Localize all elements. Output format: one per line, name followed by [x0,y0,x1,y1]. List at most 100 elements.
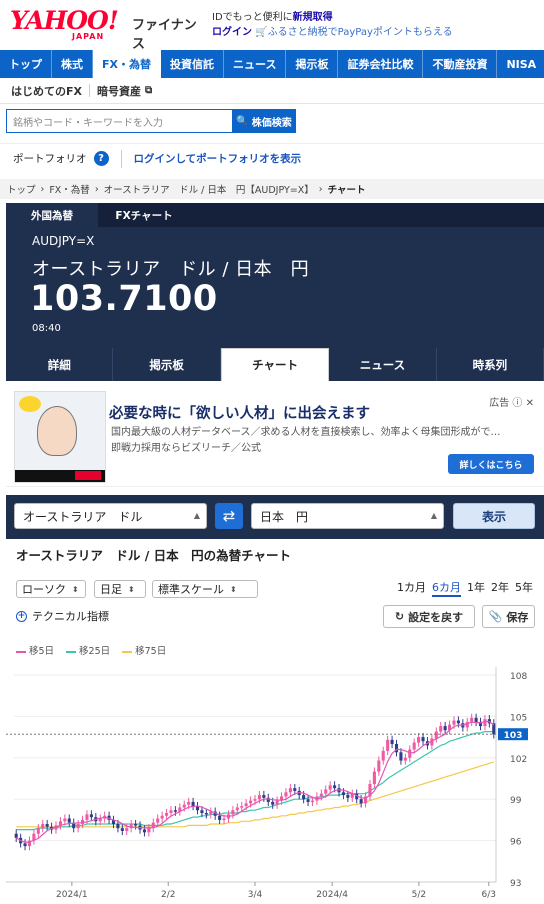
service-name: ファイナンス [132,18,197,52]
show-button[interactable]: 表示 [453,503,535,529]
price-chart[interactable]: 108 105 102 99 96 93 2024/1 2/2 3/4 2024/4 5/2 6/3 1… [6,660,544,904]
nav-item-8[interactable]: NISA [497,50,544,78]
candle [160,815,164,819]
id-promo-text: IDでもっと便利に [212,12,293,23]
ad-headline[interactable]: 必要な時に「欲しい人材」に出会えます [109,402,370,423]
candle [470,717,474,722]
furusato-link[interactable]: ふるさと納税でPayPayポイントもらえる [268,27,453,38]
candle [306,799,310,802]
nav-item-7[interactable]: 不動産投資 [423,50,498,78]
header-links: IDでもっと便利に新規取得 ログイン 🛒ふるさと納税でPayPayポイントもらえ… [212,10,453,40]
candle [222,818,226,821]
candle [302,795,306,800]
candle [200,810,204,813]
chevron-updown-icon: ⬍ [72,584,79,594]
subnav-fx-beginner[interactable]: はじめてのFX [11,83,82,99]
chart-type-select[interactable]: ローソク ⬍ [16,580,86,598]
chevron-updown-icon: ⬍ [230,584,237,594]
divider [89,84,90,97]
candle [63,818,67,822]
chevron-right-icon: › [94,183,99,195]
scale-select[interactable]: 標準スケール ⬍ [152,580,258,598]
y-tick-label: 99 [510,796,522,806]
period-tab-0[interactable]: 1カ月 [397,579,426,597]
candle [244,803,248,807]
reset-label: 設定を戻す [408,610,464,624]
detail-tab-1[interactable]: 掲示板 [113,348,221,381]
detail-tab-4[interactable]: 時系列 [437,348,544,381]
chevron-updown-icon: ⬍ [128,584,135,594]
interval-select[interactable]: 日足 ⬍ [94,580,146,598]
candle [408,749,412,758]
nav-item-2[interactable]: FX・為替 [93,50,161,78]
period-tabs: 1カ月 6カ月 1年 2年 5年 [397,579,533,597]
header: YAHOO! JAPAN ファイナンス IDでもっと便利に新規取得 ログイン 🛒… [0,0,544,52]
candle [173,810,177,812]
ad-label-text: 広告 [489,398,510,409]
candle [85,814,89,820]
period-tab-4[interactable]: 5年 [515,579,533,597]
technical-label: テクニカル指標 [32,610,109,623]
save-label: 保存 [506,610,529,624]
logo-sub: JAPAN [72,32,105,41]
candle [421,737,425,742]
search-button-label: 株価検索 [251,117,292,129]
candle [204,813,208,815]
breadcrumb-fx[interactable]: FX・為替 [49,182,89,196]
detail-tab-2[interactable]: チャート [220,348,330,381]
candle [142,829,146,833]
y-tick-label: 96 [510,838,522,848]
breadcrumb-pair[interactable]: オーストラリア ドル / 日本 円【AUDJPY=X】 [104,182,314,196]
breadcrumb-current: チャート [327,185,366,196]
legend-label: 移25日 [79,646,111,657]
search-button[interactable]: 🔍 株価検索 [232,109,296,133]
refresh-icon: ↻ [394,610,405,623]
candle [456,720,460,724]
nav-item-3[interactable]: 投資信託 [161,50,224,78]
breadcrumb-top[interactable]: トップ [7,182,36,196]
swap-button[interactable]: ⇄ [215,503,243,529]
search-input[interactable]: 銘柄やコード・キーワードを入力 [6,109,232,133]
portfolio-login-link[interactable]: ログインしてポートフォリオを表示 [134,151,302,166]
period-tab-3[interactable]: 2年 [491,579,509,597]
info-icon[interactable]: ⓘ [512,398,522,409]
to-currency-select[interactable]: 日本 円 ▲ [251,503,444,529]
candle [333,785,337,789]
reset-button[interactable]: ↻ 設定を戻す [383,605,475,628]
last-price-label: 103 [504,731,523,741]
detail-tab-0[interactable]: 詳細 [6,348,114,381]
from-currency-select[interactable]: オーストラリア ドル ▲ [14,503,207,529]
period-tab-1[interactable]: 6カ月 [432,579,461,597]
login-link[interactable]: ログイン [212,27,252,38]
candle [483,719,487,727]
tab-forex[interactable]: 外国為替 [6,203,98,227]
nav-item-6[interactable]: 証券会社比較 [338,50,424,78]
nav-item-5[interactable]: 掲示板 [286,50,339,78]
legend-swatch [66,650,77,653]
detail-tabs: 詳細 掲示板 チャート ニュース 時系列 [6,348,544,381]
candle [156,818,160,823]
save-button[interactable]: 📎 保存 [482,605,535,628]
candle [23,843,27,847]
register-link[interactable]: 新規取得 [293,12,333,23]
nav-item-0[interactable]: トップ [0,50,52,78]
advertisement[interactable]: 必要な時に「欲しい人材」に出会えます 国内最大級の人材データベース／求める人材を… [6,387,544,487]
search-bar: 銘柄やコード・キーワードを入力 🔍 株価検索 [6,109,296,133]
chart-background [6,660,544,904]
external-link-icon: ⧉ [145,85,153,96]
technical-indicators-toggle[interactable]: + テクニカル指標 [16,608,109,624]
period-tab-2[interactable]: 1年 [467,579,485,597]
candle [284,792,288,797]
detail-tab-3[interactable]: ニュース [329,348,437,381]
ad-cta-button[interactable]: 詳しくはこちら [448,454,534,474]
close-icon[interactable]: ✕ [526,398,534,409]
chart-legend: 移5日 移25日 移75日 [16,643,166,657]
help-icon[interactable]: ? [93,151,109,166]
subnav-crypto[interactable]: 暗号資産 [97,83,141,99]
ad-image[interactable] [14,391,106,483]
yahoo-finance-logo[interactable]: YAHOO! JAPAN ファイナンス [10,6,206,52]
search-icon: 🔍 [236,115,249,127]
nav-item-4[interactable]: ニュース [224,50,287,78]
nav-item-1[interactable]: 株式 [52,50,93,78]
tab-fx-chart[interactable]: FXチャート [98,203,190,227]
